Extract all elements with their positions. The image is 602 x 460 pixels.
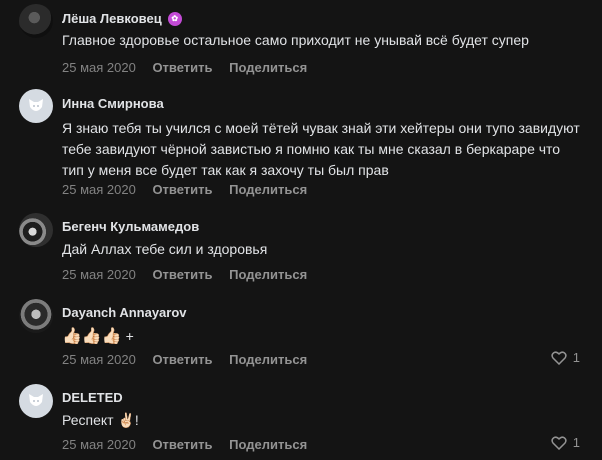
share-button[interactable]: Поделиться <box>229 352 307 367</box>
comment-date[interactable]: 25 мая 2020 <box>62 437 136 452</box>
avatar[interactable] <box>19 299 53 333</box>
author-name[interactable]: Лёша Левковец <box>62 11 162 26</box>
comment-date[interactable]: 25 мая 2020 <box>62 267 136 282</box>
author-name[interactable]: DELETED <box>62 390 123 405</box>
comment-meta: 25 мая 2020 Ответить Поделиться <box>62 352 320 367</box>
comment-meta: 25 мая 2020 Ответить Поделиться <box>62 437 320 452</box>
victory-hand-icon: ✌🏻 <box>117 412 135 428</box>
dog-icon <box>29 394 43 406</box>
reply-button[interactable]: Ответить <box>152 182 212 197</box>
comment-text: Я знаю тебя ты учился с моей тётей чувак… <box>62 120 580 178</box>
like-button[interactable]: 1 <box>551 435 580 450</box>
comment-date[interactable]: 25 мая 2020 <box>62 352 136 367</box>
comment-date[interactable]: 25 мая 2020 <box>62 60 136 75</box>
heart-icon <box>551 350 567 365</box>
reply-button[interactable]: Ответить <box>152 60 212 75</box>
reply-button[interactable]: Ответить <box>152 267 212 282</box>
comment-date[interactable]: 25 мая 2020 <box>62 182 136 197</box>
thumbs-up-icon: 👍🏻👍🏻👍🏻 <box>62 328 122 345</box>
author-row: Dayanch Annayarov <box>62 305 187 320</box>
comment-meta: 25 мая 2020 Ответить Поделиться <box>62 267 320 282</box>
like-count: 1 <box>572 350 580 365</box>
avatar[interactable] <box>19 4 53 38</box>
author-row: DELETED <box>62 390 123 405</box>
author-row: Инна Смирнова <box>62 96 164 111</box>
author-name[interactable]: Бегенч Кульмамедов <box>62 219 199 234</box>
author-name[interactable]: Инна Смирнова <box>62 96 164 111</box>
share-button[interactable]: Поделиться <box>229 182 307 197</box>
like-button[interactable]: 1 <box>551 350 580 365</box>
like-count: 1 <box>572 435 580 450</box>
avatar[interactable] <box>19 213 53 247</box>
heart-icon <box>551 435 567 450</box>
comment-text: Респект ✌🏻! <box>62 410 582 431</box>
comment-text: 👍🏻👍🏻👍🏻 + <box>62 326 582 347</box>
avatar[interactable] <box>19 89 53 123</box>
author-name[interactable]: Dayanch Annayarov <box>62 305 187 320</box>
comment-text: Главное здоровье остальное само приходит… <box>62 32 529 48</box>
comment-text-suffix: ! <box>134 412 139 428</box>
comment-text-plus: + <box>125 328 134 344</box>
reply-button[interactable]: Ответить <box>152 352 212 367</box>
dog-icon <box>29 99 43 111</box>
comment-meta: 25 мая 2020 Ответить Поделиться <box>62 60 320 75</box>
avatar[interactable] <box>19 384 53 418</box>
share-button[interactable]: Поделиться <box>229 267 307 282</box>
share-button[interactable]: Поделиться <box>229 60 307 75</box>
reply-button[interactable]: Ответить <box>152 437 212 452</box>
comment-text-main: Респект <box>62 412 114 428</box>
author-row: Бегенч Кульмамедов <box>62 219 199 234</box>
comment-text: Дай Аллах тебе сил и здоровья <box>62 241 268 257</box>
share-button[interactable]: Поделиться <box>229 437 307 452</box>
author-row: Лёша Левковец ✿ <box>62 11 182 26</box>
pink-creature-badge-icon: ✿ <box>167 11 182 26</box>
comment-meta: 25 мая 2020 Ответить Поделиться <box>62 182 320 197</box>
